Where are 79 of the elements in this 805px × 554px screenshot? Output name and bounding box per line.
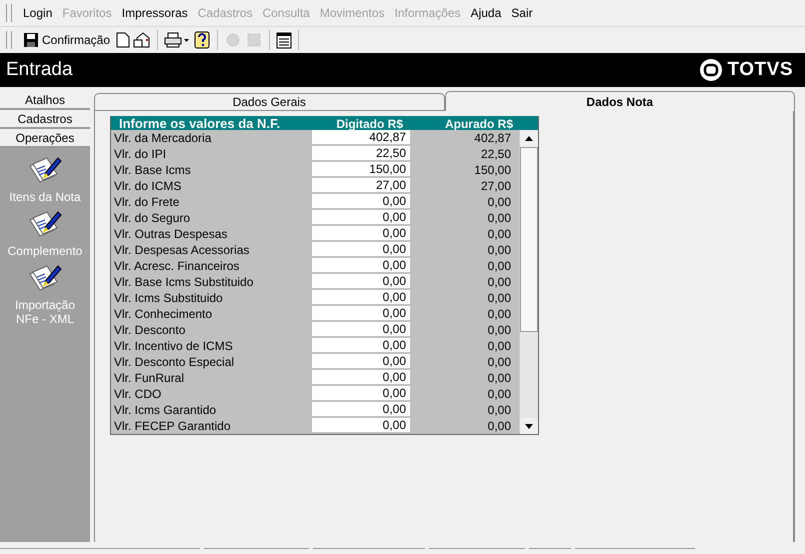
value-input[interactable]: 0,00 <box>312 386 410 401</box>
value-input[interactable]: 0,00 <box>312 258 410 273</box>
row-label: Vlr. Base Icms Substituido <box>113 274 254 290</box>
save-icon <box>24 33 38 47</box>
row-label: Vlr. do Frete <box>113 194 180 210</box>
table-cell-text: 0,00 <box>486 418 512 434</box>
value-input[interactable]: 402,87 <box>312 130 410 145</box>
table-cell-text: 0,00 <box>486 386 512 402</box>
table-cell-text: 0,00 <box>486 258 512 274</box>
scrollbar[interactable] <box>519 130 538 434</box>
table-cell-text: 0,00 <box>486 242 512 258</box>
calendar-icon[interactable] <box>276 31 292 49</box>
value-input[interactable]: 0,00 <box>312 338 410 353</box>
row-label: Vlr. Desconto Especial <box>113 354 236 370</box>
row-label: Vlr. do Seguro <box>113 210 192 226</box>
new-document-icon[interactable] <box>116 32 130 48</box>
printer-icon[interactable] <box>164 32 190 48</box>
logo-icon <box>698 58 722 82</box>
table-cell-text: 0,00 <box>486 338 512 354</box>
table-cell-text: 150,00 <box>473 162 512 178</box>
row-label: Vlr. Base Icms <box>113 162 192 178</box>
value-input[interactable]: 0,00 <box>312 402 410 417</box>
down-arrow-icon <box>525 424 533 428</box>
column-header: Apurado R$ <box>444 116 514 130</box>
value-input[interactable]: 27,00 <box>312 178 410 193</box>
table-cell-text: 0,00 <box>486 370 512 386</box>
up-arrow-icon <box>525 136 533 140</box>
table-cell-text: 0,00 <box>486 402 512 418</box>
row-label: Vlr. Icms Substituido <box>113 290 224 306</box>
help-icon[interactable] <box>193 31 212 49</box>
table-cell-text: 0,00 <box>486 274 512 290</box>
column-header: Informe os valores da N.F. <box>118 116 282 131</box>
table-cell-text: 22,50 <box>480 146 512 162</box>
table-cell-text: 0,00 <box>486 226 512 242</box>
value-input[interactable]: 0,00 <box>312 290 410 305</box>
row-label: Vlr. Icms Garantido <box>113 402 218 418</box>
value-input[interactable]: 0,00 <box>312 242 410 257</box>
table-cell-text: 0,00 <box>486 322 512 338</box>
row-label: Vlr. Outras Despesas <box>113 226 228 242</box>
row-label: Vlr. da Mercadoria <box>113 130 212 146</box>
row-label: Vlr. FunRural <box>113 370 186 386</box>
table-cell-text: 27,00 <box>480 178 512 194</box>
row-label: Vlr. do IPI <box>113 146 168 162</box>
value-input[interactable]: 0,00 <box>312 418 410 433</box>
row-label: Vlr. CDO <box>113 386 162 402</box>
row-label: Vlr. do ICMS <box>113 178 182 194</box>
menu-item[interactable]: Impressoras <box>116 6 193 20</box>
menu-item[interactable]: Sair <box>506 6 538 20</box>
menu-item[interactable]: Ajuda <box>466 6 506 20</box>
value-input[interactable]: 0,00 <box>312 210 410 225</box>
menu-item[interactable]: Login <box>18 6 58 20</box>
row-label: Vlr. Desconto <box>113 322 186 338</box>
value-input[interactable]: 0,00 <box>312 354 410 369</box>
window-title: Entrada <box>6 59 73 81</box>
value-input[interactable]: 0,00 <box>312 194 410 209</box>
table-cell-text: 0,00 <box>486 306 512 322</box>
value-input[interactable]: 0,00 <box>312 306 410 321</box>
row-label: Vlr. FECEP Garantido <box>113 418 232 434</box>
value-input[interactable]: 0,00 <box>312 274 410 289</box>
value-input[interactable]: 150,00 <box>312 162 410 177</box>
row-label: Vlr. Conhecimento <box>113 306 214 322</box>
table-cell-text: 0,00 <box>486 210 512 226</box>
tab[interactable]: Dados Nota <box>444 91 795 111</box>
table-cell-text: 0,00 <box>486 194 512 210</box>
value-input[interactable]: 0,00 <box>312 322 410 337</box>
logo-text: TOTVS <box>728 59 793 81</box>
row-label: Vlr. Incentivo de ICMS <box>113 338 234 354</box>
table-cell-text: 0,00 <box>486 354 512 370</box>
table-cell-text: 402,87 <box>473 130 512 146</box>
column-header: Digitado R$ <box>335 116 404 130</box>
confirm-button[interactable]: Confirmação <box>21 29 114 51</box>
row-label: Vlr. Despesas Acessorias <box>113 242 250 258</box>
scrollbar-thumb[interactable] <box>520 147 538 332</box>
value-input[interactable]: 0,00 <box>312 370 410 385</box>
tab[interactable]: Dados Gerais <box>94 93 444 111</box>
row-label: Vlr. Acresc. Financeiros <box>113 258 240 274</box>
table-cell-text: 0,00 <box>486 290 512 306</box>
value-input[interactable]: 22,50 <box>312 146 410 161</box>
value-input[interactable]: 0,00 <box>312 226 410 241</box>
